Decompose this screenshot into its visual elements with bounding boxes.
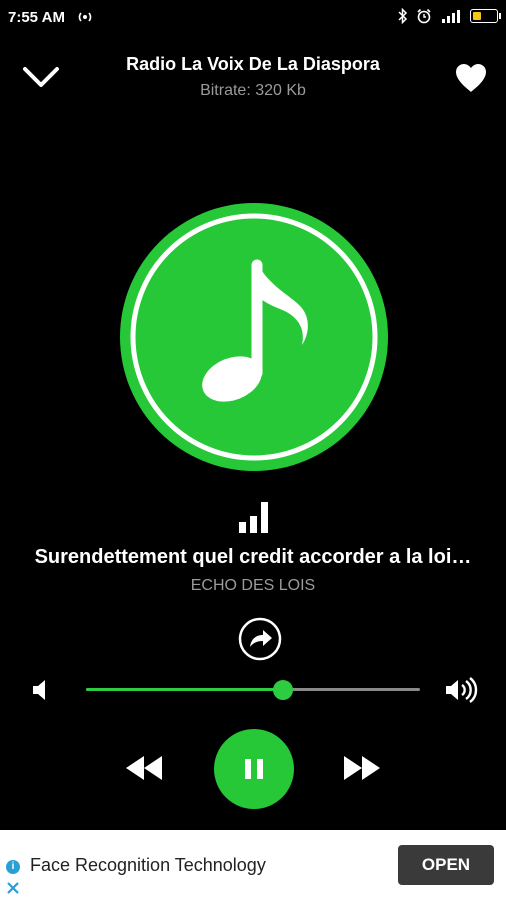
album-artwork-music-note-icon	[120, 203, 388, 471]
pause-button[interactable]	[214, 729, 294, 809]
ad-info-icon[interactable]: i	[6, 860, 20, 874]
status-bar: 7:55 AM	[0, 0, 506, 34]
rewind-icon[interactable]	[122, 752, 166, 784]
ad-open-button[interactable]: OPEN	[398, 845, 494, 885]
volume-slider[interactable]	[86, 680, 420, 700]
fast-forward-icon[interactable]	[340, 752, 384, 784]
bitrate-label: Bitrate: 320 Kb	[200, 82, 306, 99]
station-title: Radio La Voix De La Diaspora	[126, 54, 380, 74]
volume-high-icon	[446, 677, 478, 703]
volume-low-icon	[33, 680, 45, 700]
artist-name: ECHO DES LOIS	[190, 577, 316, 594]
ad-close-icon[interactable]	[6, 880, 20, 896]
volume-slider-thumb[interactable]	[273, 680, 294, 700]
bluetooth-icon	[398, 8, 408, 24]
pause-icon	[245, 759, 263, 779]
alarm-icon	[417, 8, 431, 24]
ad-text[interactable]: Face Recognition Technology	[30, 855, 266, 876]
signal-bars-icon	[239, 502, 268, 533]
hotspot-icon	[78, 12, 92, 22]
ad-banner[interactable]: i Face Recognition Technology OPEN	[0, 830, 506, 900]
status-icons	[398, 8, 501, 24]
volume-track-filled	[86, 688, 284, 691]
track-title: Surendettement quel credit accorder a la…	[34, 546, 472, 568]
battery-icon	[470, 9, 501, 23]
status-time: 7:55 AM	[8, 9, 65, 26]
favorite-heart-icon[interactable]	[454, 62, 488, 94]
share-icon[interactable]	[238, 617, 282, 661]
signal-strength-icon	[442, 10, 460, 23]
